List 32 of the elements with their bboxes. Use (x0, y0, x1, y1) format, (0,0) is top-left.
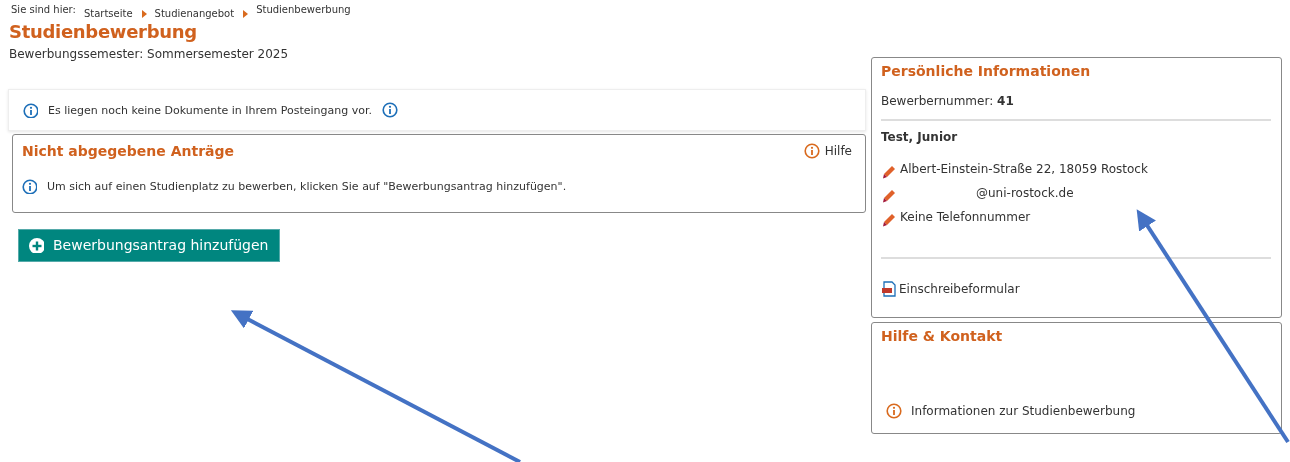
applicant-name: Test, Junior (881, 130, 959, 144)
info-link[interactable]: Informationen zur Studienbewerbung (911, 404, 1136, 418)
document-link[interactable]: Einschreibeformular (899, 282, 1020, 296)
pencil-icon (881, 211, 897, 228)
breadcrumb-link[interactable]: Studienangebot (154, 8, 235, 19)
info-icon (886, 403, 902, 419)
info-icon (803, 143, 820, 159)
plus-icon (29, 237, 44, 253)
contact-text: Albert-Einstein-Straße 22, 18059 Rostock (900, 161, 1148, 176)
pencil-icon (881, 163, 897, 180)
contact-text: Keine Telefonnummer (900, 209, 1031, 224)
chevron-icon (140, 8, 147, 19)
breadcrumb-label: Sie sind hier: (11, 4, 76, 15)
info-message: Um sich auf einen Studienplatz zu bewerben, klicken Sie auf "Bewerbungsantrag hinzufügen". (47, 180, 567, 193)
info-icon (22, 179, 37, 194)
info-icon (382, 102, 398, 118)
panel-title: Persönliche Informationen (881, 63, 1092, 79)
add-application-button[interactable]: Bewerbungsantrag hinzufügen (18, 229, 280, 262)
panel-title: Nicht abgegebene Anträge (22, 143, 235, 159)
chevron-icon (242, 8, 249, 19)
notice-text: Es liegen noch keine Dokumente in Ihrem Posteingang vor. (48, 103, 372, 117)
breadcrumb-link[interactable]: Startseite (83, 8, 133, 19)
semester-text: Bewerbungssemester: Sommersemester 2025 (9, 47, 290, 61)
breadcrumb-current: Studienbewerbung (256, 4, 351, 15)
pdf-icon (881, 281, 897, 297)
applicant-number: Bewerbernummer: 41 (881, 94, 1015, 108)
pencil-icon (881, 187, 897, 204)
info-icon (23, 102, 38, 118)
page-title: Studienbewerbung (9, 21, 198, 42)
panel-title: Hilfe & Kontakt (881, 328, 1004, 344)
contact-text: @uni-rostock.de (975, 185, 1074, 200)
help-link[interactable]: Hilfe (803, 143, 852, 159)
